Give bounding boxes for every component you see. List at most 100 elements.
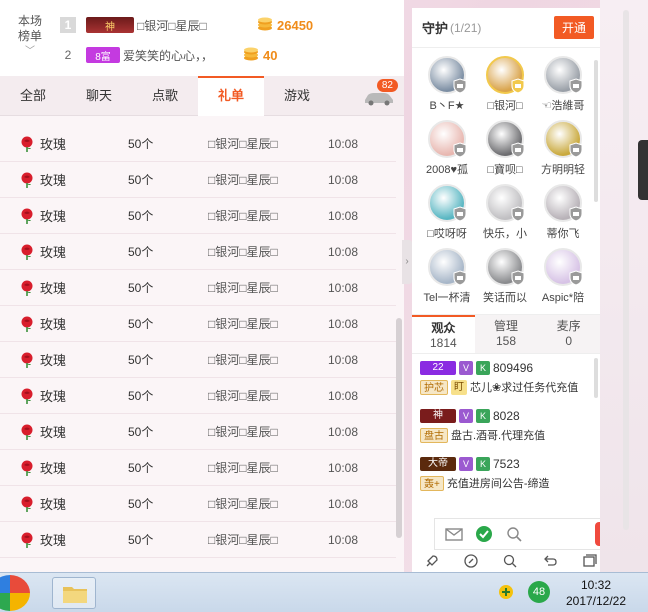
gift-sender: □银河□星辰□ bbox=[208, 353, 278, 367]
check-circle-icon[interactable] bbox=[473, 523, 495, 545]
rank-board: 本场 榜单 ﹀ 1 神 □银河□星辰□ 26450 2 8富 爱笑笑的心心，， … bbox=[0, 0, 404, 76]
guard-member[interactable]: 蒂你飞 bbox=[536, 184, 590, 246]
guard-member[interactable]: 方明明轻 bbox=[536, 120, 590, 182]
guard-member[interactable]: 快乐，小 bbox=[478, 184, 532, 246]
gift-quantity: 50个 bbox=[128, 497, 154, 511]
table-row: 玫瑰 50个 □银河□星辰□ 10:08 bbox=[0, 270, 396, 306]
audience-tabs: 观众 1814 管理 158 麦序 0 bbox=[412, 314, 601, 354]
table-row: 玫瑰 50个 □银河□星辰□ 10:08 bbox=[0, 414, 396, 450]
gift-name: 玫瑰 bbox=[40, 173, 67, 188]
list-item[interactable]: 大帝 V K 7523 轰+ 充值进房间公告-缔造 bbox=[412, 450, 600, 498]
gift-name: 玫瑰 bbox=[40, 389, 67, 404]
guard-member[interactable]: B丶F★ bbox=[420, 56, 474, 118]
explorer-button[interactable] bbox=[52, 577, 96, 609]
guard-member[interactable]: 2008♥孤 bbox=[420, 120, 474, 182]
gift-time: 10:08 bbox=[328, 496, 359, 511]
tab-game[interactable]: 游戏 bbox=[264, 76, 330, 116]
tab-mic-queue[interactable]: 麦序 0 bbox=[537, 315, 601, 353]
gift-quantity: 50个 bbox=[128, 317, 154, 331]
guard-member[interactable]: □哎呀呀 bbox=[420, 184, 474, 246]
window-icon[interactable] bbox=[581, 553, 597, 569]
avatar bbox=[544, 184, 583, 222]
warning-icon[interactable] bbox=[496, 582, 516, 605]
zoom-icon[interactable] bbox=[502, 553, 518, 569]
tab-gift-list[interactable]: 礼单 bbox=[198, 76, 264, 116]
shield-icon bbox=[510, 142, 526, 158]
clock[interactable]: 10:32 2017/12/22 bbox=[556, 577, 636, 609]
collapse-handle[interactable]: › bbox=[402, 240, 412, 284]
undo-icon[interactable] bbox=[542, 553, 558, 569]
guard-member[interactable]: ☜浩維哥 bbox=[536, 56, 590, 118]
tab-audience[interactable]: 观众 1814 bbox=[412, 315, 475, 353]
gift-sender: □银河□星辰□ bbox=[208, 317, 278, 331]
rose-icon bbox=[18, 387, 36, 405]
shield-icon bbox=[510, 206, 526, 222]
start-button[interactable] bbox=[0, 575, 30, 611]
chat-input-bar[interactable] bbox=[434, 518, 624, 550]
user-id: 8028 bbox=[493, 409, 520, 423]
open-guard-button[interactable]: 开通 bbox=[553, 16, 594, 39]
guard-member-name: ☜浩維哥 bbox=[541, 100, 585, 112]
rank-row[interactable]: 1 神 □银河□星辰□ 26450 bbox=[60, 14, 400, 36]
table-row: 玫瑰 50个 □银河□星辰□ 10:08 bbox=[0, 126, 396, 162]
side-handle[interactable] bbox=[638, 140, 648, 200]
guard-member-name: □银河□ bbox=[487, 100, 523, 112]
search-icon[interactable] bbox=[503, 523, 525, 545]
tab-song[interactable]: 点歌 bbox=[132, 76, 198, 116]
rose-icon bbox=[18, 531, 36, 549]
guard-member[interactable]: 笑话而以 bbox=[478, 248, 532, 310]
gift-time: 10:08 bbox=[328, 316, 359, 331]
rose-icon bbox=[18, 315, 36, 333]
guard-member-name: □寶呗□ bbox=[487, 164, 523, 176]
shield-icon bbox=[568, 142, 584, 158]
gift-name: 玫瑰 bbox=[40, 461, 67, 476]
guard-member[interactable]: Tel一杯清 bbox=[420, 248, 474, 310]
rank-board-toggle[interactable]: 本场 榜单 ﹀ bbox=[8, 14, 52, 59]
guard-member-name: 2008♥孤 bbox=[425, 164, 468, 176]
chat-tabs: 全部 聊天 点歌 礼单 游戏 82 bbox=[0, 76, 404, 116]
guard-member[interactable]: □银河□ bbox=[478, 56, 532, 118]
k-badge: K bbox=[476, 457, 490, 471]
tab-chat[interactable]: 聊天 bbox=[66, 76, 132, 116]
share-icon[interactable] bbox=[463, 553, 479, 569]
guard-member-name: 蒂你飞 bbox=[546, 228, 580, 240]
gift-sender: □银河□星辰□ bbox=[208, 281, 278, 295]
gift-name: 玫瑰 bbox=[40, 533, 67, 548]
gift-quantity: 50个 bbox=[128, 353, 154, 367]
gift-time: 10:08 bbox=[328, 460, 359, 475]
tab-admin[interactable]: 管理 158 bbox=[474, 315, 538, 353]
guard-member[interactable]: □寶呗□ bbox=[478, 120, 532, 182]
rank-row[interactable]: 2 8富 爱笑笑的心心，， 40 bbox=[60, 44, 400, 66]
guard-member-name: Tel一杯清 bbox=[423, 292, 471, 304]
audience-scrollbar[interactable] bbox=[594, 358, 598, 398]
guard-member[interactable]: Aspic*陪 bbox=[536, 248, 590, 310]
gift-sender: □银河□星辰□ bbox=[208, 389, 278, 403]
gift-time: 10:08 bbox=[328, 136, 359, 151]
fan-tag: 护芯 bbox=[420, 379, 448, 395]
mail-icon[interactable] bbox=[443, 523, 465, 545]
guard-scrollbar[interactable] bbox=[594, 60, 598, 202]
tab-all[interactable]: 全部 bbox=[0, 76, 66, 116]
gift-name: 玫瑰 bbox=[40, 281, 67, 296]
gift-sender: □银河□星辰□ bbox=[208, 461, 278, 475]
level-badge: 神 bbox=[420, 409, 456, 423]
rank-number: 2 bbox=[64, 48, 72, 62]
guard-member-name: B丶F★ bbox=[429, 100, 465, 112]
list-item[interactable]: 22 V K 809496 护芯盯芯儿❀求过任务代充值 bbox=[412, 354, 600, 402]
gift-time: 10:08 bbox=[328, 532, 359, 547]
rose-icon bbox=[18, 207, 36, 225]
guard-member-name: Aspic*陪 bbox=[541, 292, 585, 304]
notification-badge[interactable]: 48 bbox=[528, 581, 550, 603]
gift-list-scrollbar[interactable] bbox=[396, 318, 402, 538]
page-scrollbar[interactable] bbox=[623, 10, 629, 530]
rose-icon bbox=[18, 135, 36, 153]
avatar bbox=[544, 248, 583, 286]
gift-time: 10:08 bbox=[328, 352, 359, 367]
list-item[interactable]: 神 V K 8028 盘古 盘古.酒哥.代理充值 bbox=[412, 402, 600, 450]
rank-user-name: □银河□星辰□ bbox=[137, 18, 207, 33]
gift-name: 玫瑰 bbox=[40, 137, 67, 152]
rose-icon bbox=[18, 351, 36, 369]
taskbar: 48 10:32 2017/12/22 bbox=[0, 572, 648, 612]
wealth-badge: 8富 bbox=[86, 47, 120, 63]
rocket-icon[interactable] bbox=[424, 553, 440, 569]
